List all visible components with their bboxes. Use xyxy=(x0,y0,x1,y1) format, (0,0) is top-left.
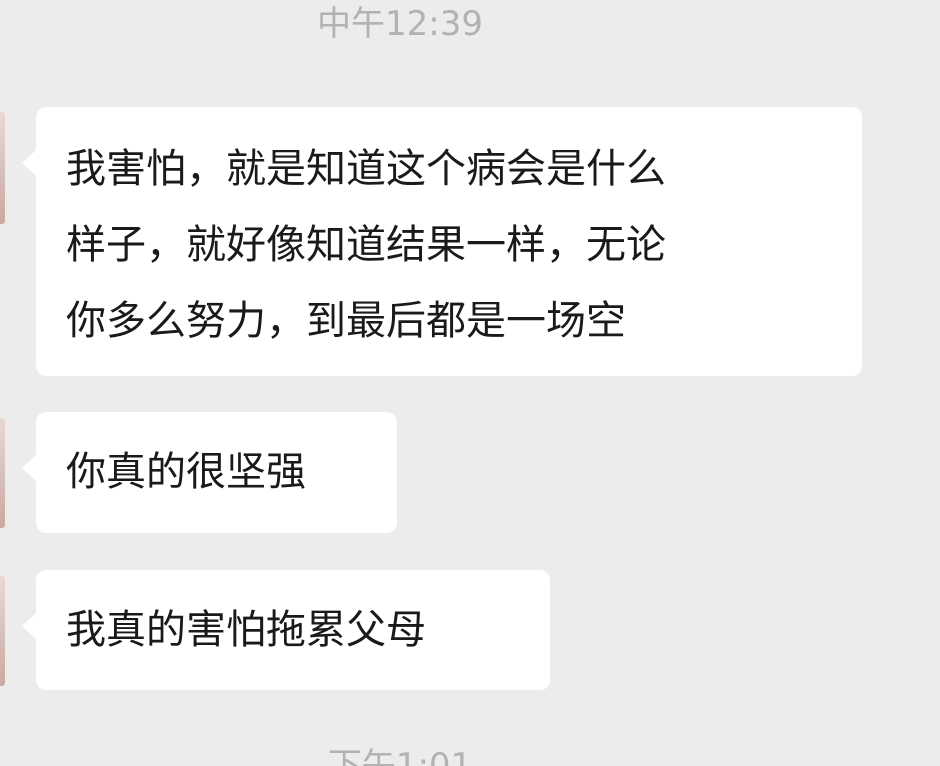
avatar[interactable] xyxy=(0,418,5,528)
message-timestamp: 中午12:39 xyxy=(317,4,483,44)
message-text: 我真的害怕拖累父母 xyxy=(66,607,426,653)
chat-area[interactable]: 中午12:39 我害怕，就是知道这个病会是什么 样子，就好像知道结果一样，无论 … xyxy=(0,0,940,766)
avatar[interactable] xyxy=(0,576,5,686)
message-bubble[interactable]: 我害怕，就是知道这个病会是什么 样子，就好像知道结果一样，无论 你多么努力，到最… xyxy=(22,107,862,376)
message-bubble[interactable]: 你真的很坚强 xyxy=(22,412,397,533)
message-text: 你真的很坚强 xyxy=(66,449,306,495)
message-bubble[interactable]: 我真的害怕拖累父母 xyxy=(22,570,550,690)
message-text: 你多么努力，到最后都是一场空 xyxy=(66,298,626,344)
avatar[interactable] xyxy=(0,112,5,224)
message-timestamp: 下午1:01 xyxy=(327,746,473,766)
message-text: 样子，就好像知道结果一样，无论 xyxy=(66,222,666,268)
message-text: 我害怕，就是知道这个病会是什么 xyxy=(66,146,666,192)
